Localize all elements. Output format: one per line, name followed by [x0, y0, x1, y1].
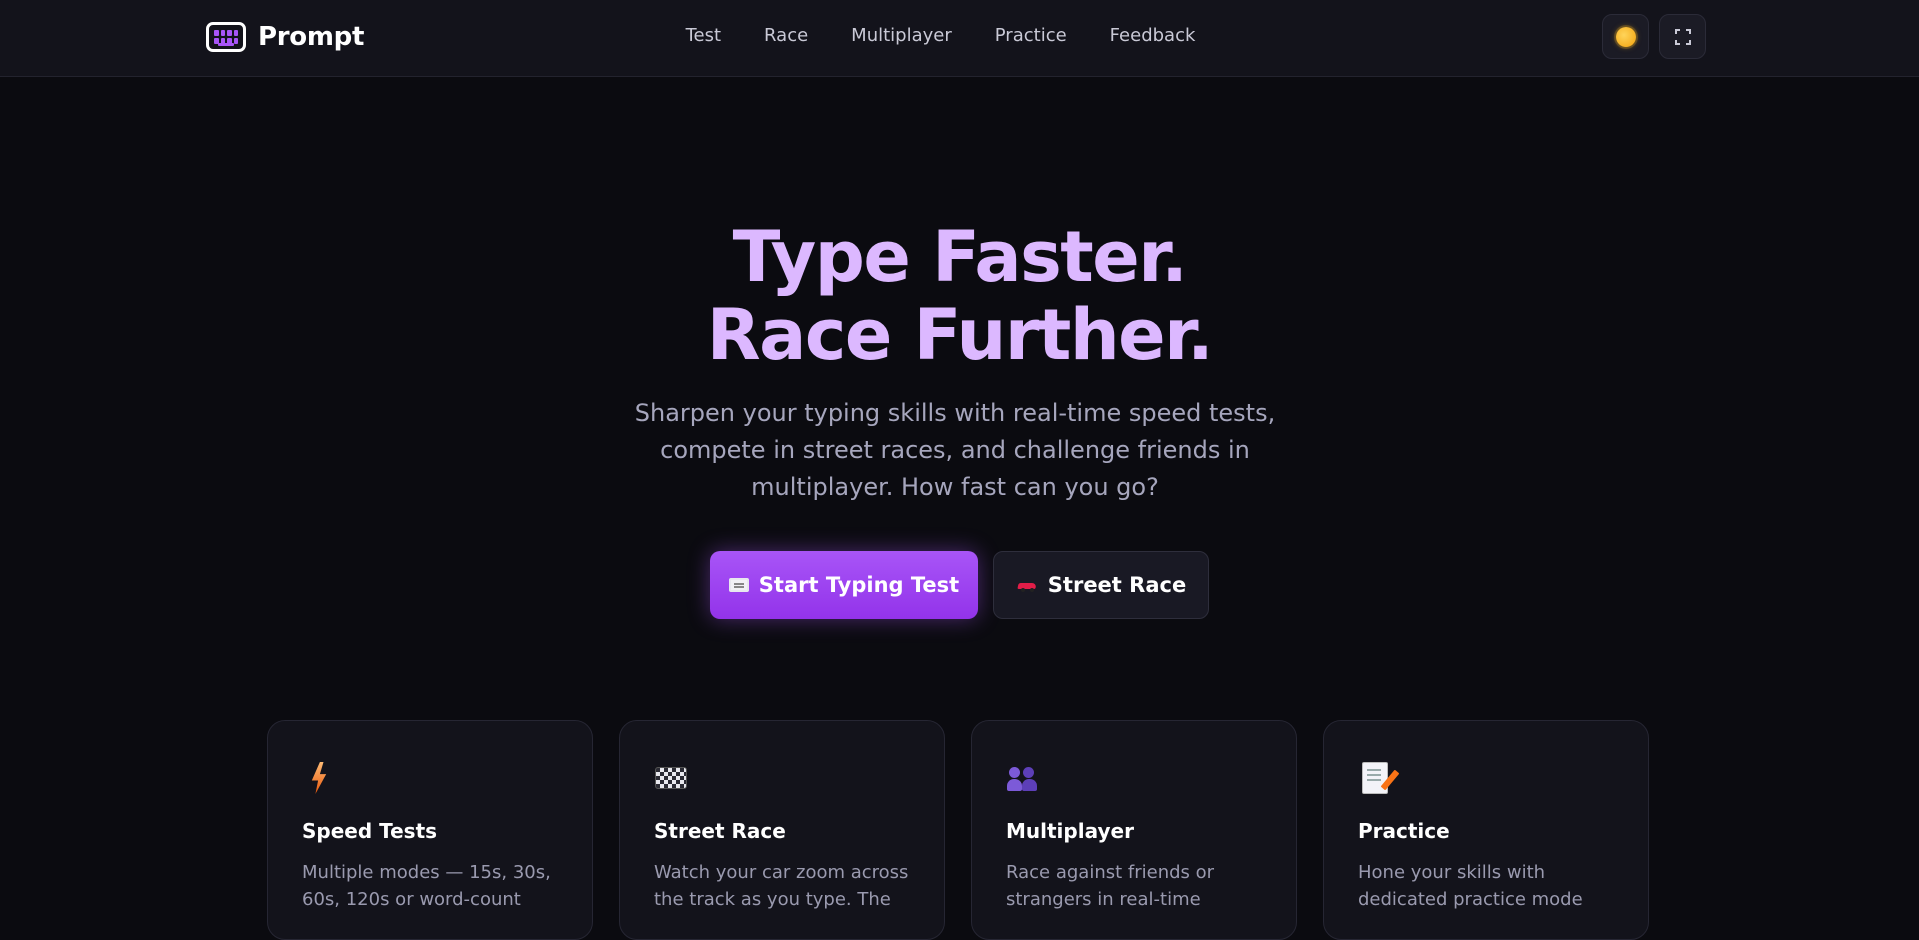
street-race-label: Street Race	[1047, 573, 1187, 597]
feature-title: Multiplayer	[1006, 819, 1134, 843]
nav-item-test[interactable]: Test	[686, 22, 721, 50]
fullscreen-button[interactable]	[1659, 14, 1706, 59]
feature-card-multiplayer[interactable]: Multiplayer Race against friends or stra…	[971, 720, 1297, 940]
nav-item-race[interactable]: Race	[764, 22, 808, 50]
fullscreen-icon	[1674, 28, 1691, 45]
top-navbar: Prompt Test Race Multiplayer Practice Fe…	[0, 0, 1919, 77]
feature-cards: Speed Tests Multiple modes — 15s, 30s, 6…	[267, 720, 1649, 940]
nav-item-feedback[interactable]: Feedback	[1110, 22, 1196, 50]
feature-card-street-race[interactable]: Street Race Watch your car zoom across t…	[619, 720, 945, 940]
sun-icon	[1615, 26, 1636, 47]
start-typing-test-button[interactable]: Start Typing Test	[710, 551, 978, 619]
lightning-icon	[310, 762, 328, 794]
street-race-button[interactable]: Street Race	[993, 551, 1209, 619]
feature-title: Practice	[1358, 819, 1450, 843]
feature-title: Street Race	[654, 819, 786, 843]
brand-logo[interactable]: Prompt	[206, 18, 364, 56]
nav-item-practice[interactable]: Practice	[995, 22, 1067, 50]
checkered-flag-icon	[655, 767, 687, 789]
hero-actions: Start Typing Test Street Race	[0, 551, 1919, 619]
feature-card-speed-tests[interactable]: Speed Tests Multiple modes — 15s, 30s, 6…	[267, 720, 593, 940]
hero-title: Type Faster. Race Further.	[0, 218, 1919, 374]
keyboard-icon	[728, 578, 749, 592]
keyboard-icon	[206, 22, 246, 52]
start-typing-test-label: Start Typing Test	[758, 573, 960, 597]
brand-name: Prompt	[258, 22, 365, 52]
feature-title: Speed Tests	[302, 819, 438, 843]
hero-title-line-1: Type Faster.	[732, 216, 1188, 298]
hero-subtitle: Sharpen your typing skills with real-tim…	[634, 399, 1276, 501]
feature-card-practice[interactable]: Practice Hone your skills with dedicated…	[1323, 720, 1649, 940]
hero-title-line-2: Race Further.	[706, 294, 1214, 376]
nav-item-multiplayer[interactable]: Multiplayer	[851, 22, 952, 50]
race-car-icon	[1016, 578, 1038, 592]
memo-icon	[1362, 762, 1388, 794]
people-icon	[1007, 764, 1039, 792]
theme-toggle-button[interactable]	[1602, 14, 1649, 59]
